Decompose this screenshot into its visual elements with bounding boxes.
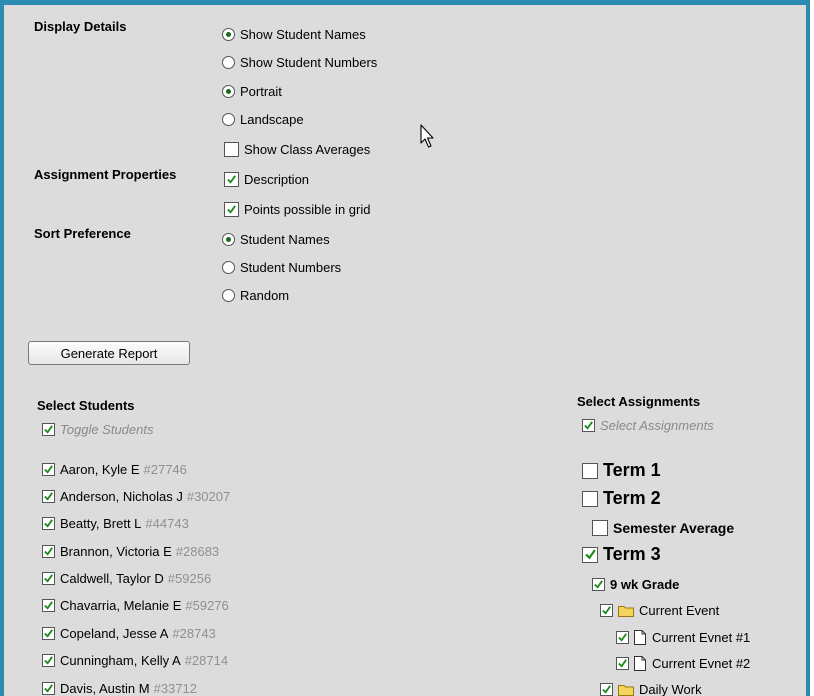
student-name: Cunningham, Kelly A (60, 653, 181, 668)
checkbox-checked-icon[interactable] (42, 463, 55, 476)
radio-icon[interactable] (222, 261, 235, 274)
daily-work-option[interactable]: Daily Work (600, 682, 702, 696)
student-number: #28743 (172, 626, 216, 641)
current-evnet-2-option[interactable]: Current Evnet #2 (616, 656, 750, 671)
folder-icon (618, 684, 634, 696)
student-row[interactable]: Anderson, Nicholas J #30207 (42, 489, 230, 504)
landscape-option[interactable]: Landscape (222, 112, 304, 127)
student-number: #30207 (186, 489, 231, 504)
student-number: #33712 (153, 681, 197, 696)
checkbox-checked-icon[interactable] (42, 682, 55, 695)
checkbox-checked-icon[interactable] (42, 599, 55, 612)
checkbox-checked-icon[interactable] (592, 578, 605, 591)
student-name: Aaron, Kyle E (60, 462, 140, 477)
description-option[interactable]: Description (224, 172, 309, 187)
radio-selected-icon[interactable] (222, 85, 235, 98)
document-icon (634, 630, 646, 645)
radio-selected-icon[interactable] (222, 28, 235, 41)
student-name: Copeland, Jesse A (60, 626, 169, 641)
assignment-properties-heading: Assignment Properties (34, 167, 177, 182)
sort-preference-heading: Sort Preference (34, 226, 131, 241)
mouse-cursor-icon (420, 124, 434, 148)
student-row[interactable]: Beatty, Brett L #44743 (42, 516, 189, 531)
checkbox-checked-icon[interactable] (42, 654, 55, 667)
checkbox-checked-icon[interactable] (582, 546, 598, 563)
student-row[interactable]: Copeland, Jesse A #28743 (42, 626, 216, 641)
show-class-averages-option[interactable]: Show Class Averages (224, 142, 370, 157)
report-options-panel: Display Details Show Student Names Show … (0, 0, 810, 696)
checkbox-unchecked-icon[interactable] (582, 490, 598, 507)
student-number: #28714 (184, 653, 229, 668)
checkbox-checked-icon[interactable] (616, 657, 629, 670)
sort-student-numbers-option[interactable]: Student Numbers (222, 260, 341, 275)
toggle-students-option[interactable]: Toggle Students (42, 422, 153, 437)
select-students-heading: Select Students (37, 398, 135, 413)
term-3-option[interactable]: Term 3 (582, 544, 661, 565)
checkbox-unchecked-icon[interactable] (582, 462, 598, 479)
term-2-option[interactable]: Term 2 (582, 488, 661, 509)
student-name: Anderson, Nicholas J (60, 489, 183, 504)
show-student-numbers-option[interactable]: Show Student Numbers (222, 55, 377, 70)
checkbox-checked-icon[interactable] (42, 517, 55, 530)
radio-selected-icon[interactable] (222, 233, 235, 246)
checkbox-checked-icon[interactable] (42, 490, 55, 503)
select-assignments-heading: Select Assignments (577, 394, 701, 409)
display-details-heading: Display Details (34, 19, 127, 34)
checkbox-checked-icon[interactable] (224, 202, 239, 217)
student-number: #27746 (143, 462, 187, 477)
semester-average-option[interactable]: Semester Average (592, 520, 734, 536)
student-row[interactable]: Caldwell, Taylor D #59256 (42, 571, 211, 586)
checkbox-checked-icon[interactable] (42, 423, 55, 436)
sort-random-option[interactable]: Random (222, 288, 289, 303)
checkbox-checked-icon[interactable] (42, 572, 55, 585)
student-name: Chavarria, Melanie E (60, 598, 182, 613)
checkbox-checked-icon[interactable] (600, 683, 613, 696)
show-student-names-option[interactable]: Show Student Names (222, 27, 366, 42)
radio-icon[interactable] (222, 56, 235, 69)
radio-icon[interactable] (222, 113, 235, 126)
checkbox-checked-icon[interactable] (224, 172, 239, 187)
points-possible-option[interactable]: Points possible in grid (224, 202, 370, 217)
sort-student-names-option[interactable]: Student Names (222, 232, 330, 247)
student-number: #59256 (167, 571, 212, 586)
student-row[interactable]: Aaron, Kyle E #27746 (42, 462, 187, 477)
term-1-option[interactable]: Term 1 (582, 460, 661, 481)
student-number: #59276 (185, 598, 229, 613)
select-assignments-option[interactable]: Select Assignments (582, 418, 714, 433)
student-row[interactable]: Brannon, Victoria E #28683 (42, 544, 219, 559)
student-row[interactable]: Cunningham, Kelly A #28714 (42, 653, 228, 668)
student-name: Beatty, Brett L (60, 516, 142, 531)
checkbox-checked-icon[interactable] (42, 627, 55, 640)
current-evnet-1-option[interactable]: Current Evnet #1 (616, 630, 750, 645)
document-icon (634, 656, 646, 671)
student-name: Davis, Austin M (60, 681, 150, 696)
checkbox-unchecked-icon[interactable] (224, 142, 239, 157)
checkbox-checked-icon[interactable] (42, 545, 55, 558)
checkbox-checked-icon[interactable] (616, 631, 629, 644)
checkbox-unchecked-icon[interactable] (592, 520, 608, 536)
folder-icon (618, 605, 634, 617)
student-name: Caldwell, Taylor D (60, 571, 164, 586)
checkbox-checked-icon[interactable] (582, 419, 595, 432)
generate-report-button[interactable]: Generate Report (28, 341, 190, 365)
current-event-option[interactable]: Current Event (600, 603, 719, 618)
portrait-option[interactable]: Portrait (222, 84, 282, 99)
checkbox-checked-icon[interactable] (600, 604, 613, 617)
student-number: #44743 (145, 516, 189, 531)
9-wk-grade-option[interactable]: 9 wk Grade (592, 577, 679, 592)
radio-icon[interactable] (222, 289, 235, 302)
student-row[interactable]: Chavarria, Melanie E #59276 (42, 598, 229, 613)
student-name: Brannon, Victoria E (60, 544, 172, 559)
student-number: #28683 (175, 544, 220, 559)
student-row[interactable]: Davis, Austin M #33712 (42, 681, 197, 696)
